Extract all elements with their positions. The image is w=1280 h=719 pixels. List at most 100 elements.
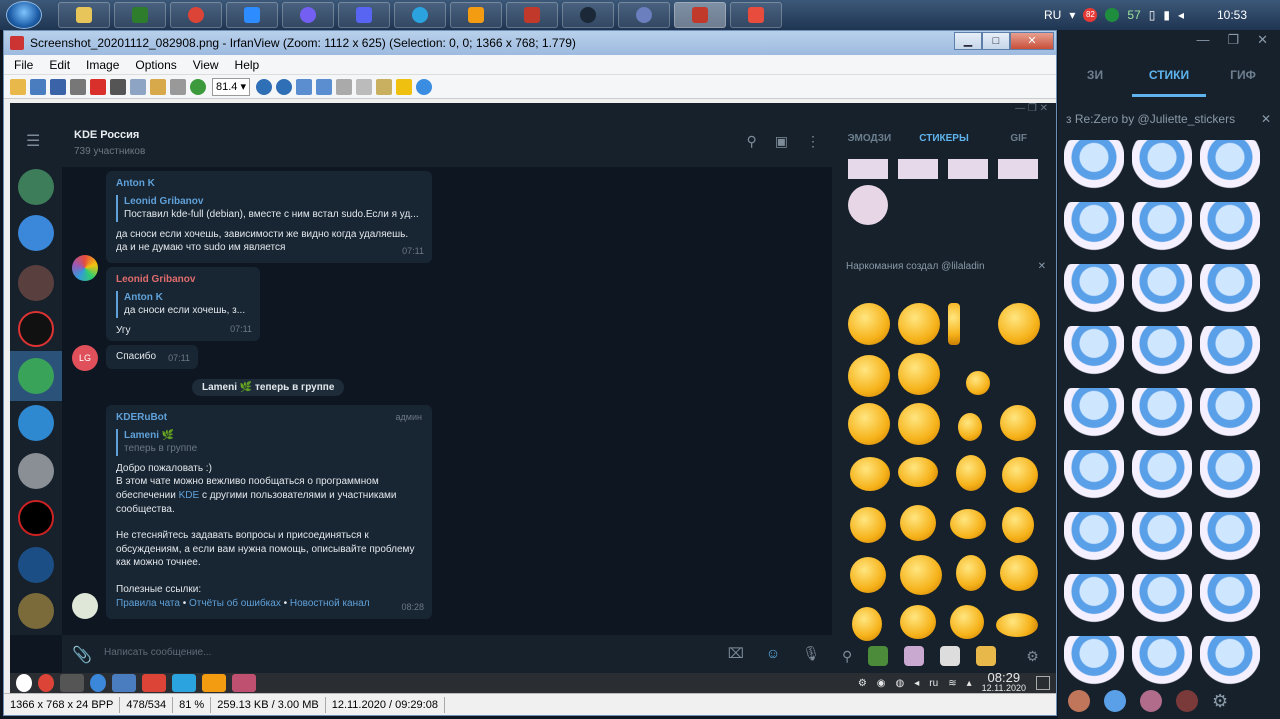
sticker-set-thumb[interactable] bbox=[1104, 690, 1126, 712]
chat-avatar[interactable] bbox=[18, 169, 54, 205]
next-icon[interactable] bbox=[316, 78, 332, 95]
message-bubble[interactable]: Leonid Gribanov Anton K да сноси если хо… bbox=[106, 267, 260, 341]
sticker[interactable] bbox=[1064, 450, 1124, 508]
sticker-set-thumb[interactable] bbox=[976, 646, 997, 666]
minimize-button[interactable]: ▁ bbox=[954, 32, 982, 50]
chat-avatar[interactable] bbox=[18, 593, 54, 629]
kde-app-icon[interactable] bbox=[232, 674, 256, 692]
sticker[interactable] bbox=[1132, 202, 1192, 260]
emoji-sticker[interactable] bbox=[956, 555, 986, 591]
emoji-sticker[interactable] bbox=[1002, 457, 1038, 493]
sticker[interactable] bbox=[1200, 202, 1260, 260]
tab-gif[interactable]: ГИФ bbox=[1206, 68, 1280, 97]
close-button[interactable]: ✕ bbox=[1010, 32, 1054, 50]
kde-clock[interactable]: 08:29 12.11.2020 bbox=[982, 671, 1026, 693]
kde-launcher-icon[interactable] bbox=[16, 674, 32, 692]
sticker-set-thumb[interactable] bbox=[1140, 690, 1162, 712]
emoji-sticker[interactable] bbox=[900, 505, 936, 541]
help-icon[interactable] bbox=[416, 78, 432, 95]
taskbar-irfanview64[interactable] bbox=[730, 2, 782, 28]
message-bubble[interactable]: Спасибо 07:11 bbox=[106, 345, 198, 369]
sidebar-toggle-icon[interactable]: ▣ bbox=[775, 133, 788, 150]
tab-gif[interactable]: GIF bbox=[981, 119, 1056, 153]
previous-icon[interactable] bbox=[296, 78, 312, 95]
emoji-sticker[interactable] bbox=[850, 557, 886, 593]
open-icon[interactable] bbox=[10, 78, 26, 95]
emoji-sticker[interactable] bbox=[852, 607, 882, 641]
chat-avatar[interactable] bbox=[18, 311, 54, 347]
kde-app-icon[interactable] bbox=[60, 674, 84, 692]
zoom-select[interactable]: 81.4 ▾ bbox=[212, 77, 250, 96]
sticker[interactable] bbox=[1132, 140, 1192, 198]
emoji-sticker[interactable] bbox=[848, 403, 890, 445]
tray-usb-icon[interactable]: ▯ bbox=[1149, 8, 1156, 22]
chat-avatar[interactable] bbox=[18, 547, 54, 583]
chat-avatar[interactable] bbox=[18, 215, 54, 251]
tray-expand-icon[interactable]: ▴ bbox=[967, 678, 972, 689]
taskbar-chrome[interactable] bbox=[170, 2, 222, 28]
link-news-channel[interactable]: Новостной канал bbox=[290, 598, 370, 609]
sticker[interactable] bbox=[1200, 574, 1260, 632]
emoji-sticker[interactable] bbox=[958, 413, 982, 441]
bot-command-icon[interactable]: ⌧ bbox=[728, 645, 744, 662]
emoji-sticker[interactable] bbox=[898, 457, 938, 487]
message-author[interactable]: Anton K bbox=[116, 177, 422, 191]
taskbar-app[interactable] bbox=[506, 2, 558, 28]
microphone-icon[interactable]: 🎙 bbox=[802, 645, 820, 662]
kde-telegram-icon[interactable] bbox=[172, 674, 196, 692]
sticker[interactable] bbox=[1064, 264, 1124, 322]
sticker[interactable] bbox=[1200, 326, 1260, 384]
emoji-sticker[interactable] bbox=[966, 371, 990, 395]
avatar[interactable]: LG bbox=[72, 345, 98, 371]
clock[interactable]: 10:53 bbox=[1206, 8, 1258, 22]
zoom-out-icon[interactable] bbox=[276, 78, 292, 95]
emoji-sticker[interactable] bbox=[950, 509, 986, 539]
more-options-icon[interactable]: ⋮ bbox=[806, 133, 820, 150]
kde-chrome-icon[interactable] bbox=[142, 674, 166, 692]
emoji-sticker[interactable] bbox=[848, 303, 890, 345]
taskbar-app2[interactable] bbox=[618, 2, 670, 28]
sticker[interactable] bbox=[1064, 574, 1124, 632]
close-icon[interactable]: ✕ bbox=[1257, 32, 1268, 48]
show-desktop-icon[interactable] bbox=[1036, 676, 1050, 690]
sticker[interactable] bbox=[1064, 512, 1124, 570]
link-rules[interactable]: Правила чата bbox=[116, 598, 180, 609]
tab-stickers[interactable]: СТИКЕРЫ bbox=[907, 119, 982, 153]
slideshow-icon[interactable] bbox=[356, 78, 372, 95]
emoji-sticker[interactable] bbox=[1000, 555, 1038, 591]
kde-app-icon[interactable] bbox=[90, 674, 106, 692]
settings-gear-icon[interactable]: ⚙ bbox=[1026, 648, 1039, 665]
chat-avatar[interactable] bbox=[18, 265, 54, 301]
volume-icon[interactable]: ◂ bbox=[914, 678, 919, 689]
sticker-set-thumb[interactable] bbox=[1176, 690, 1198, 712]
delete-icon[interactable] bbox=[90, 78, 106, 95]
emoji-sticker[interactable] bbox=[998, 303, 1040, 345]
maximize-icon[interactable]: ❐ bbox=[1227, 32, 1239, 48]
message-input[interactable]: Написать сообщение... bbox=[104, 647, 211, 658]
chat-avatar[interactable] bbox=[18, 500, 54, 536]
message-author[interactable]: Leonid Gribanov bbox=[116, 273, 250, 287]
sticker[interactable] bbox=[1132, 326, 1192, 384]
menu-file[interactable]: File bbox=[14, 58, 33, 72]
emoji-sticker[interactable] bbox=[1002, 507, 1034, 543]
menu-view[interactable]: View bbox=[193, 58, 219, 72]
sticker[interactable] bbox=[1132, 264, 1192, 322]
sticker[interactable] bbox=[1132, 388, 1192, 446]
emoji-sticker[interactable] bbox=[900, 555, 942, 595]
properties-icon[interactable] bbox=[376, 78, 392, 95]
menu-options[interactable]: Options bbox=[135, 58, 176, 72]
minimize-icon[interactable]: — bbox=[1196, 32, 1209, 48]
language-indicator[interactable]: RU bbox=[1044, 8, 1061, 22]
tray-icon[interactable]: ◍ bbox=[896, 678, 905, 689]
taskbar-halflife[interactable] bbox=[450, 2, 502, 28]
taskbar-telegram[interactable] bbox=[394, 2, 446, 28]
image-canvas[interactable]: — ❐ ✕ ☰ KDE Россия 739 участников ⚲ ▣ ⋮ … bbox=[10, 103, 1056, 693]
emoji-sticker[interactable] bbox=[850, 457, 890, 491]
emoji-sticker[interactable] bbox=[950, 605, 984, 639]
emoji-sticker[interactable] bbox=[898, 403, 940, 445]
cut-icon[interactable] bbox=[110, 78, 126, 95]
reply-quote[interactable]: Leonid Gribanov Поставил kde-full (debia… bbox=[116, 194, 422, 222]
maximize-button[interactable]: □ bbox=[982, 32, 1010, 50]
sticker[interactable] bbox=[1064, 388, 1124, 446]
wifi-icon[interactable]: ≋ bbox=[948, 678, 956, 689]
